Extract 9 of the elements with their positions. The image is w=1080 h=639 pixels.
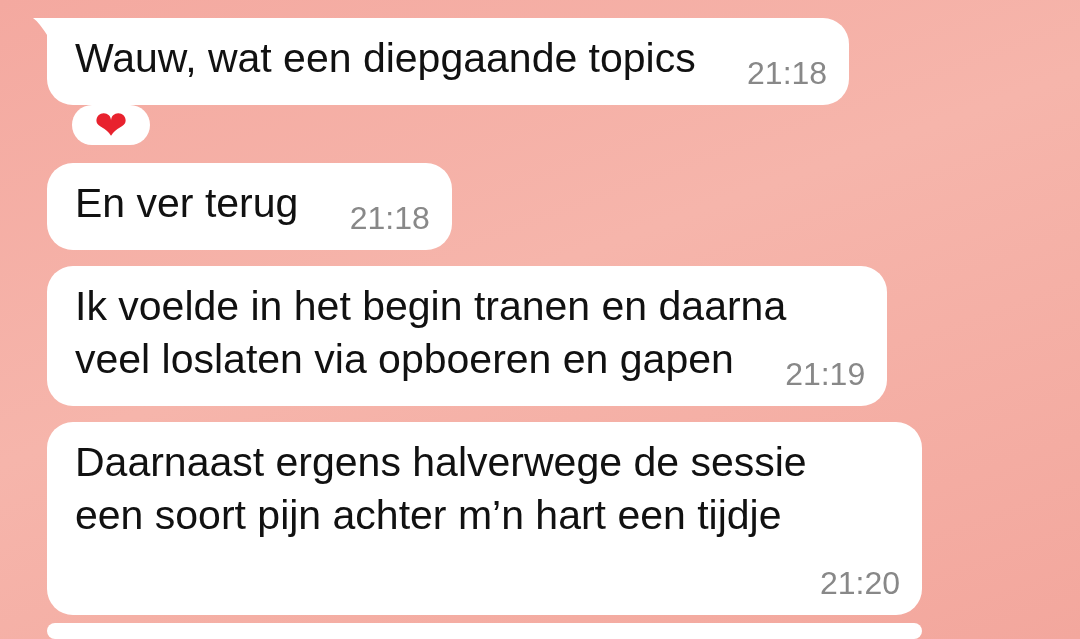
message-text: En ver terug <box>75 180 299 226</box>
message-text: Daarnaast ergens halverwege de sessie een soort pijn achter m’n hart een tijdje <box>75 439 807 538</box>
message-text: Wauw, wat een diepgaande topics <box>75 35 696 81</box>
message-time: 21:18 <box>747 54 828 93</box>
message-time: 21:20 <box>819 564 900 603</box>
message-time: 21:18 <box>349 199 430 238</box>
message-time: 21:19 <box>785 355 866 394</box>
reaction-badge[interactable]: ❤ <box>72 105 150 145</box>
message-text: Ik voelde in het begin tranen en daarna veel loslaten via opboeren en gapen <box>75 283 787 382</box>
